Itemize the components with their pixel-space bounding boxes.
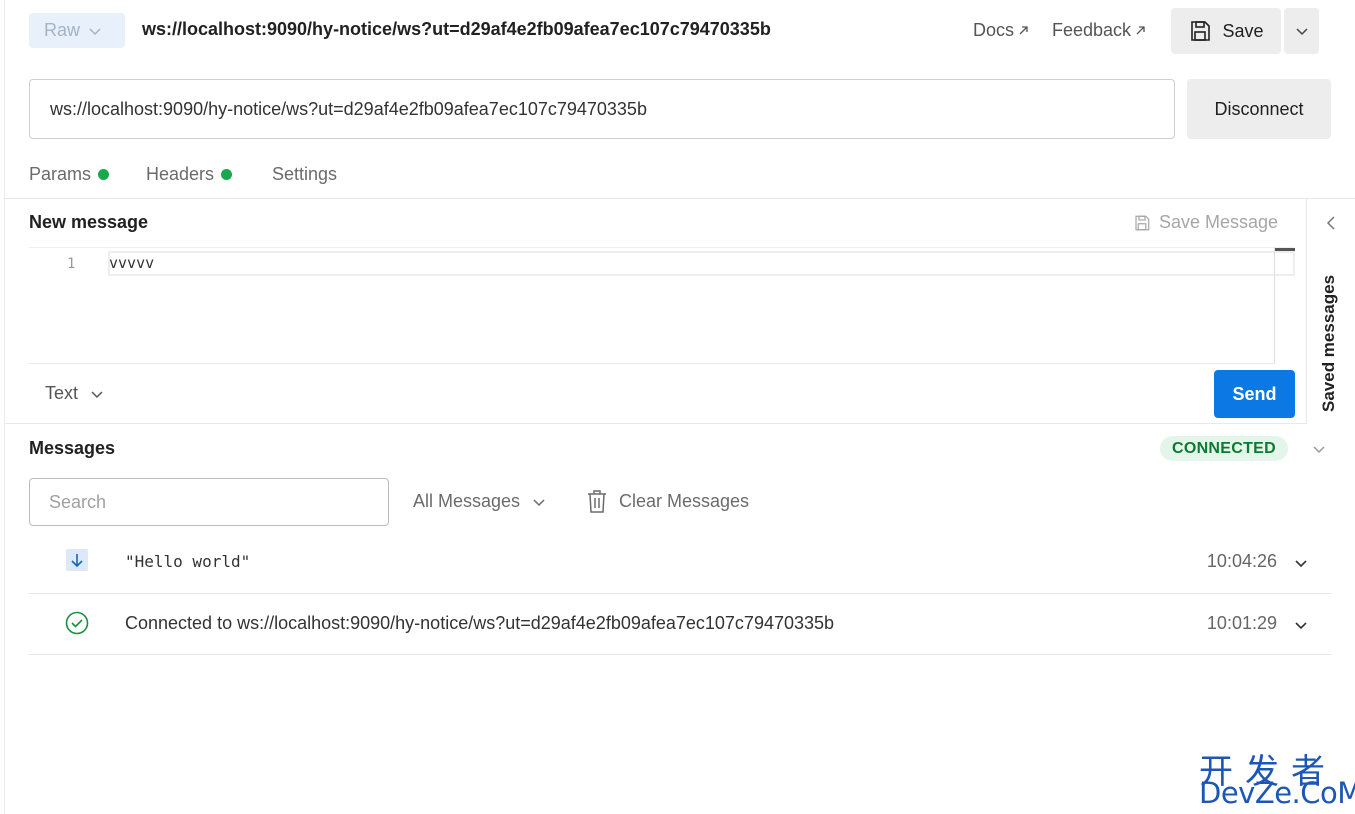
clear-messages-label: Clear Messages bbox=[619, 490, 750, 511]
save-message-button[interactable]: Save Message bbox=[1133, 212, 1278, 233]
message-text: Connected to ws://localhost:9090/hy-noti… bbox=[125, 613, 835, 633]
message-editor[interactable]: 1 vvvvv bbox=[29, 247, 1295, 363]
feedback-link-label: Feedback bbox=[1052, 20, 1132, 40]
chevron-down-icon bbox=[89, 27, 101, 35]
headers-indicator-dot bbox=[221, 169, 233, 180]
tab-settings-label: Settings bbox=[272, 164, 338, 184]
save-icon bbox=[1135, 215, 1150, 230]
editor-scrollbar-thumb[interactable] bbox=[1275, 248, 1295, 251]
divider bbox=[5, 198, 1355, 199]
tab-params[interactable]: Params bbox=[29, 164, 110, 185]
chevron-down-icon bbox=[91, 390, 103, 398]
message-filter-label: All Messages bbox=[413, 491, 521, 511]
new-message-title: New message bbox=[29, 212, 149, 232]
message-time: 10:04:26 bbox=[1206, 551, 1277, 571]
status-badge: CONNECTED bbox=[1160, 436, 1288, 461]
editor-bottom-border bbox=[29, 363, 1275, 364]
mode-dropdown[interactable]: Raw bbox=[29, 13, 125, 48]
request-title[interactable]: ws://localhost:9090/hy-notice/ws?ut=d29a… bbox=[142, 19, 771, 40]
divider bbox=[29, 654, 1331, 655]
save-options-button[interactable] bbox=[1284, 8, 1319, 54]
save-icon bbox=[1191, 21, 1211, 41]
messages-title: Messages bbox=[29, 438, 116, 458]
tab-settings[interactable]: Settings bbox=[272, 164, 337, 185]
chevron-down-icon[interactable] bbox=[1311, 441, 1327, 457]
tab-headers[interactable]: Headers bbox=[146, 164, 233, 185]
check-circle-icon bbox=[65, 611, 89, 635]
message-row[interactable]: Connected to ws://localhost:9090/hy-noti… bbox=[29, 594, 1331, 655]
chevron-left-icon[interactable] bbox=[1324, 215, 1338, 231]
search-input[interactable]: Search bbox=[29, 478, 389, 526]
message-row[interactable]: "Hello world" 10:04:26 bbox=[29, 532, 1331, 593]
tab-headers-label: Headers bbox=[146, 164, 215, 184]
divider bbox=[5, 423, 1306, 424]
feedback-link[interactable]: Feedback bbox=[1052, 20, 1146, 41]
watermark-logo: DevZe.CoM bbox=[1199, 776, 1355, 810]
chevron-down-icon bbox=[533, 498, 545, 506]
mode-dropdown-label: Raw bbox=[44, 20, 81, 40]
editor-content[interactable]: vvvvv bbox=[109, 254, 154, 272]
chevron-down-icon[interactable] bbox=[1293, 555, 1309, 571]
left-border bbox=[4, 0, 5, 814]
trash-icon bbox=[588, 490, 606, 513]
editor-active-line bbox=[108, 251, 1295, 276]
external-arrow-icon bbox=[1136, 26, 1145, 35]
chevron-down-icon bbox=[1295, 28, 1308, 36]
incoming-arrow-icon bbox=[66, 549, 88, 571]
saved-messages-label[interactable]: Saved messages bbox=[1319, 275, 1339, 412]
editor-top-border bbox=[29, 247, 1295, 248]
line-number: 1 bbox=[67, 256, 76, 272]
format-dropdown-label: Text bbox=[45, 383, 79, 403]
format-dropdown[interactable]: Text bbox=[45, 383, 104, 404]
save-message-label: Save Message bbox=[1159, 212, 1279, 232]
message-text: "Hello world" bbox=[125, 552, 251, 571]
message-filter-dropdown[interactable]: All Messages bbox=[413, 491, 546, 512]
external-arrow-icon bbox=[1019, 26, 1028, 35]
tab-params-label: Params bbox=[29, 164, 92, 184]
clear-messages-button[interactable]: Clear Messages bbox=[585, 488, 749, 514]
url-input[interactable]: ws://localhost:9090/hy-notice/ws?ut=d29a… bbox=[29, 79, 1175, 139]
save-button-label: Save bbox=[1222, 20, 1264, 41]
docs-link-label: Docs bbox=[973, 20, 1015, 40]
docs-link[interactable]: Docs bbox=[973, 20, 1029, 41]
send-button[interactable]: Send bbox=[1214, 370, 1295, 418]
save-button[interactable]: Save bbox=[1171, 8, 1281, 54]
editor-scrollbar[interactable] bbox=[1274, 247, 1275, 363]
params-indicator-dot bbox=[98, 169, 110, 180]
disconnect-button[interactable]: Disconnect bbox=[1187, 79, 1331, 139]
chevron-down-icon[interactable] bbox=[1293, 617, 1309, 633]
message-time: 10:01:29 bbox=[1206, 613, 1277, 633]
